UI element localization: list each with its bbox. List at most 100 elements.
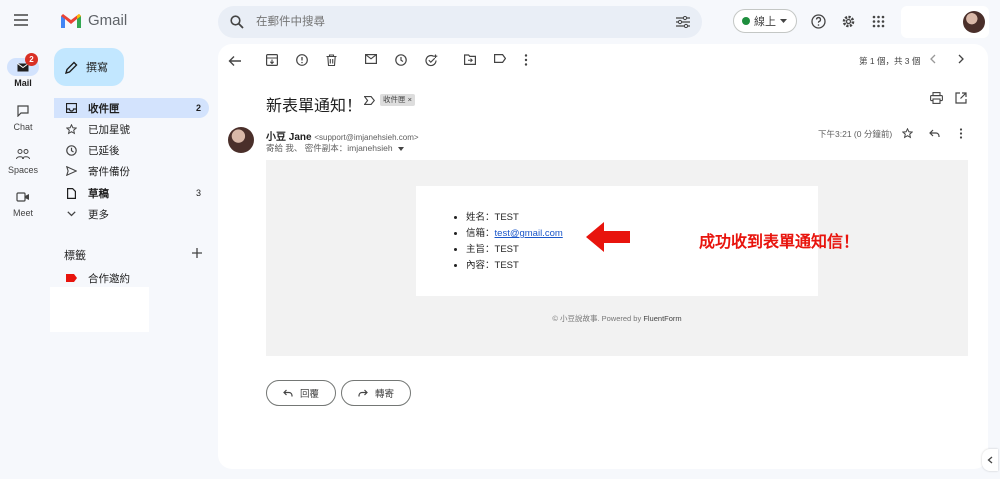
blank-panel [50, 287, 149, 332]
rail-spaces[interactable]: Spaces [0, 145, 46, 175]
add-task-icon[interactable] [425, 54, 439, 68]
reply-button[interactable]: 回覆 [266, 380, 336, 406]
compose-button[interactable]: 撰寫 [54, 48, 124, 86]
nav-drafts[interactable]: 草稿 3 [54, 183, 209, 203]
sender-avatar[interactable] [228, 127, 254, 153]
forward-button[interactable]: 轉寄 [341, 380, 411, 406]
email-subject: 新表單通知！ [266, 98, 363, 115]
form-field-email: 信箱：test@gmail.com [466, 226, 563, 242]
compose-label: 撰寫 [86, 62, 108, 74]
pencil-icon [65, 61, 78, 74]
reply-arrow-icon[interactable] [929, 129, 940, 138]
status-dropdown[interactable]: 線上 [733, 9, 797, 33]
side-panel-toggle[interactable] [982, 449, 998, 471]
apps-grid-icon[interactable] [872, 15, 885, 28]
inbox-icon [65, 103, 77, 113]
account-avatar[interactable] [963, 11, 985, 33]
recipients-text: 寄給 我、 密件副本：imjanehsieh [266, 143, 393, 153]
nav-sent-label: 寄件備份 [88, 165, 130, 178]
chat-icon [17, 105, 29, 117]
nav-more[interactable]: 更多 [54, 204, 209, 224]
online-status-dot [742, 17, 750, 25]
help-icon[interactable] [811, 14, 826, 29]
mark-unread-icon[interactable] [365, 54, 379, 68]
send-icon [65, 166, 77, 176]
caret-down-icon [780, 19, 787, 23]
star-icon [65, 123, 77, 134]
nav-drafts-count: 3 [195, 188, 201, 198]
reply-label: 回覆 [300, 389, 320, 400]
more-vertical-icon[interactable] [524, 54, 538, 68]
rail-meet-label: Meet [12, 208, 33, 218]
account-area[interactable] [901, 6, 989, 38]
form-field-content: 內容：TEST [466, 258, 563, 274]
email-link[interactable]: test@gmail.com [495, 228, 563, 239]
footer-brand-link[interactable]: FluentForm [643, 314, 681, 323]
nav-more-label: 更多 [88, 208, 109, 221]
forward-label: 轉寄 [375, 389, 395, 400]
nav-label-collab[interactable]: 合作邀約 [54, 268, 209, 288]
add-label-plus-icon[interactable] [192, 248, 202, 258]
draft-icon [66, 187, 76, 199]
rail-mail-label: Mail [14, 78, 32, 88]
search-bar[interactable] [218, 6, 702, 38]
form-field-name: 姓名：TEST [466, 210, 563, 226]
nav-starred[interactable]: 已加星號 [54, 119, 209, 139]
rail-meet[interactable]: Meet [0, 188, 46, 218]
search-icon[interactable] [230, 15, 244, 29]
email-timestamp: 下午3:21 (0 分鐘前) [818, 129, 893, 139]
gmail-m-icon [61, 13, 81, 28]
label-icon[interactable] [494, 54, 508, 68]
sender-email: <support@imjanehsieh.com> [314, 133, 419, 142]
move-to-folder-icon[interactable] [464, 54, 478, 68]
newer-chevron-left-icon[interactable] [929, 54, 943, 68]
forward-arrow-icon [358, 389, 368, 397]
red-arrow-annotation-icon [586, 222, 630, 252]
labels-heading: 標籤 [64, 250, 86, 262]
label-tag-icon [65, 274, 77, 282]
star-icon[interactable] [902, 128, 913, 139]
chevron-down-icon [66, 211, 76, 217]
meet-icon [16, 192, 29, 202]
older-chevron-right-icon[interactable] [957, 54, 971, 68]
print-icon[interactable] [930, 92, 943, 104]
delete-trash-icon[interactable] [326, 54, 340, 68]
rail-mail[interactable]: 2 Mail [0, 53, 46, 88]
nav-snoozed-label: 已延後 [88, 144, 120, 157]
message-more-vertical-icon[interactable] [959, 128, 963, 139]
caret-down-icon [397, 146, 404, 151]
snooze-clock-icon[interactable] [395, 54, 409, 68]
search-input[interactable] [256, 6, 656, 38]
open-new-window-icon[interactable] [955, 92, 967, 104]
spaces-icon [16, 149, 30, 160]
recipients-line[interactable]: 寄給 我、 密件副本：imjanehsieh [266, 142, 404, 154]
form-fields-list: 姓名：TEST 信箱：test@gmail.com 主旨：TEST 內容：TES… [466, 210, 563, 274]
reply-arrow-icon [283, 389, 293, 397]
rail-spaces-label: Spaces [7, 165, 39, 175]
nav-inbox-label: 收件匣 [88, 102, 120, 115]
nav-drafts-label: 草稿 [88, 187, 109, 200]
back-arrow-icon[interactable] [228, 54, 242, 68]
nav-sent[interactable]: 寄件備份 [54, 161, 209, 181]
main-menu-icon[interactable] [14, 14, 28, 26]
email-body: 姓名：TEST 信箱：test@gmail.com 主旨：TEST 內容：TES… [266, 160, 968, 356]
settings-gear-icon[interactable] [841, 14, 856, 29]
nav-snoozed[interactable]: 已延後 [54, 140, 209, 160]
mail-badge: 2 [25, 53, 38, 66]
archive-icon[interactable] [266, 54, 280, 68]
success-callout: 成功收到表單通知信！ [699, 234, 860, 251]
filter-options-icon[interactable] [676, 16, 690, 28]
chevron-left-icon [987, 456, 993, 464]
rail-chat[interactable]: Chat [0, 102, 46, 132]
clock-icon [65, 144, 77, 156]
importance-marker-icon[interactable] [364, 96, 375, 105]
rail-chat-label: Chat [13, 122, 33, 132]
reading-pane: 第 1 個，共 3 個 新表單通知！ 收件匣 × 小豆 Jane <suppor… [218, 44, 988, 469]
pagination-label: 第 1 個，共 3 個 [859, 56, 921, 66]
inbox-label-chip[interactable]: 收件匣 × [380, 94, 415, 106]
gmail-logo[interactable]: Gmail [60, 12, 127, 29]
email-footer-note: © 小豆說故事. Powered by FluentForm [552, 314, 682, 323]
report-spam-icon[interactable] [296, 54, 310, 68]
app-name: Gmail [88, 12, 128, 29]
nav-inbox[interactable]: 收件匣 2 [54, 98, 209, 118]
